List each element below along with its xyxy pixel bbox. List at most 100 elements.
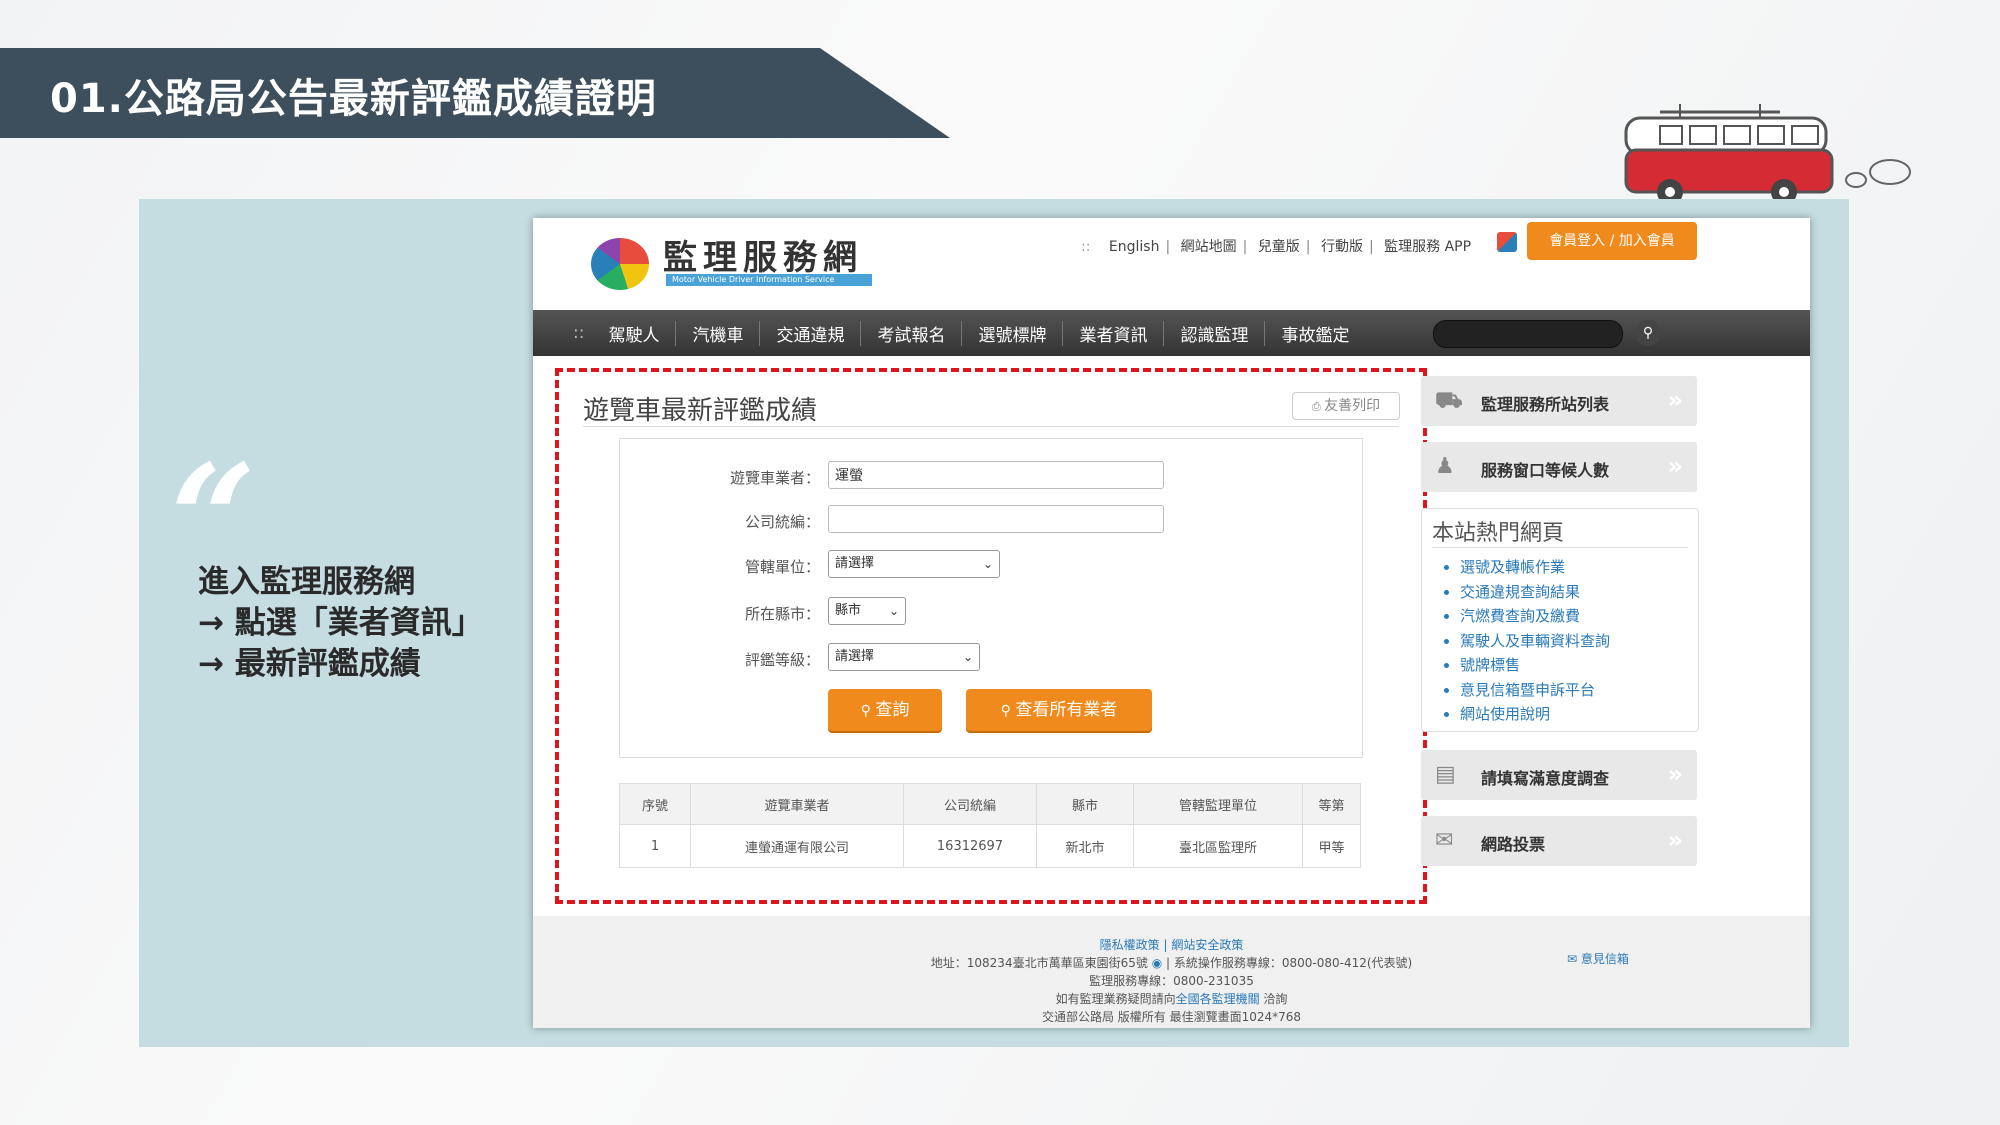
nav-item-vehicle[interactable]: 汽機車 [676,320,761,346]
mail-icon: ✉ [1567,952,1581,966]
tax-id-label: 公司統編： [744,513,820,531]
search-form: 遊覽車業者： 運螢 公司統編： 管轄單位： 請選擇 ⌄ 所在縣市： 縣市 ⌄ 評… [619,438,1363,758]
search-icon: ⚲ [1000,703,1016,719]
footer-inquiry-suffix: 洽詢 [1259,992,1288,1006]
top-link-kids[interactable]: 兒童版 [1258,239,1300,255]
site-logo-title[interactable]: 監理服務網 [663,230,863,279]
col-header-no: 序號 [619,783,691,825]
hot-pages-list: 選號及轉帳作業 交通違規查詢結果 汽燃費查詢及繳費 駕駛人及車輛資料查詢 號牌標… [1442,555,1610,727]
top-link-sitemap[interactable]: 網站地圖 [1181,239,1237,255]
hot-link-violation-result[interactable]: 交通違規查詢結果 [1460,580,1610,605]
col-header-grade: 等第 [1302,783,1361,825]
map-pin-icon[interactable]: ◉ [1152,956,1162,970]
double-chevron-right-icon: » [1667,386,1683,414]
online-vote-label: 網路投票 [1481,835,1546,854]
grade-select[interactable]: 請選擇 ⌄ [828,643,980,671]
footer-inquiry-link[interactable]: 全國各監理機關 [1176,992,1260,1006]
station-list-button[interactable]: ⛟ 監理服務所站列表 » [1421,376,1697,426]
website-screenshot: 監理服務網 Motor Vehicle Driver Information S… [533,218,1810,1028]
hot-link-driver-vehicle-query[interactable]: 駕駛人及車輛資料查詢 [1460,629,1610,654]
cell-tax-id: 16312697 [903,824,1037,868]
slide-title-banner: 01.公路局公告最新評鑑成績證明 [0,48,950,138]
bus-illustration-icon [1624,104,1911,205]
table-header-row: 序號 遊覽車業者 公司統編 縣市 管轄監理單位 等第 [619,783,1361,825]
top-link-app[interactable]: 監理服務 APP [1384,239,1471,255]
people-icon: ♟ [1435,454,1455,479]
cell-city: 新北市 [1036,824,1134,868]
waiting-count-label: 服務窗口等候人數 [1481,461,1610,480]
footer-inquiry-prefix: 如有監理業務疑問請向 [1055,992,1176,1006]
result-table: 序號 遊覽車業者 公司統編 縣市 管轄監理單位 等第 1 連螢通運有限公司 16… [619,783,1361,868]
top-links-prefix: :: [1081,239,1091,255]
member-login-button[interactable]: 會員登入 / 加入會員 [1527,222,1697,260]
tax-id-input[interactable] [828,505,1164,533]
view-all-operators-button[interactable]: ⚲ 查看所有業者 [966,689,1152,731]
car-icon: ⛟ [1435,388,1463,413]
document-icon: ▤ [1435,762,1456,787]
agency-select[interactable]: 請選擇 ⌄ [828,550,1000,578]
col-header-agency: 管轄監理單位 [1133,783,1303,825]
nav-prefix: :: [573,323,585,343]
chevron-down-icon: ⌄ [982,557,993,571]
hot-link-plate-auction[interactable]: 號牌標售 [1460,653,1610,678]
agency-select-value: 請選擇 [835,556,875,571]
hot-link-plate-selection[interactable]: 選號及轉帳作業 [1460,555,1610,580]
hot-link-feedback[interactable]: 意見信箱暨申訴平台 [1460,678,1610,703]
cell-no: 1 [619,824,691,868]
operator-input[interactable]: 運螢 [828,461,1164,489]
query-button-label: 查詢 [875,700,910,720]
chevron-down-icon: ⌄ [962,650,973,664]
print-button[interactable]: ⎙ 友善列印 [1292,392,1400,420]
print-button-label: 友善列印 [1324,398,1381,414]
grade-label: 評鑑等級： [744,651,820,669]
nav-item-plate[interactable]: 選號標牌 [962,320,1064,346]
feedback-link[interactable]: ✉ 意見信箱 [1567,950,1629,967]
footer-inquiry-line: 如有監理業務疑問請向全國各監理機關 洽詢 [533,990,1810,1008]
main-navbar: :: 駕駛人 汽機車 交通違規 考試報名 選號標牌 業者資訊 認識監理 事故鑑定… [533,310,1810,356]
station-list-label: 監理服務所站列表 [1481,395,1610,414]
nav-item-exam[interactable]: 考試報名 [861,320,963,346]
search-icon[interactable]: ⚲ [1635,320,1661,346]
flag-icon[interactable] [1497,232,1517,252]
feedback-label: 意見信箱 [1580,952,1629,966]
agency-label: 管轄單位： [744,558,820,576]
step-1: 進入監理服務網 [198,564,415,600]
query-button[interactable]: ⚲ 查詢 [828,689,942,731]
site-logo-subtitle: Motor Vehicle Driver Information Service [666,274,872,286]
hot-link-site-guide[interactable]: 網站使用說明 [1460,702,1610,727]
footer-service-line: 監理服務專線：0800-231035 [1089,974,1254,988]
top-link-english[interactable]: English [1109,239,1160,255]
footer-copyright: 交通部公路局 版權所有 最佳瀏覽畫面1024*768 [1041,1010,1302,1024]
view-all-button-label: 查看所有業者 [1015,700,1118,720]
double-chevron-right-icon: » [1667,826,1683,854]
hot-pages-divider [1432,547,1688,548]
footer-address: 地址：108234臺北市萬華區東園街65號 [930,956,1148,970]
printer-icon: ⎙ [1311,400,1325,413]
site-header: 監理服務網 Motor Vehicle Driver Information S… [533,218,1810,310]
double-chevron-right-icon: » [1667,452,1683,480]
waiting-count-button[interactable]: ♟ 服務窗口等候人數 » [1421,442,1697,492]
online-vote-button[interactable]: ✉ 網路投票 » [1421,816,1697,866]
page-title: 遊覽車最新評鑑成績 [583,396,818,426]
nav-item-violation[interactable]: 交通違規 [760,320,862,346]
top-link-mobile[interactable]: 行動版 [1321,239,1363,255]
survey-button[interactable]: ▤ 請填寫滿意度調查 » [1421,750,1697,800]
nav-item-accident[interactable]: 事故鑑定 [1265,321,1365,346]
hot-pages-title: 本站熱門網頁 [1432,521,1565,546]
nav-item-driver[interactable]: 駕駛人 [592,320,677,346]
table-row: 1 連螢通運有限公司 16312697 新北市 臺北區監理所 甲等 [619,824,1361,868]
hot-link-fuel-fee[interactable]: 汽燃費查詢及繳費 [1460,604,1610,629]
cell-grade: 甲等 [1302,824,1361,868]
nav-item-about[interactable]: 認識監理 [1164,320,1266,346]
city-select[interactable]: 縣市 ⌄ [828,597,906,625]
search-icon: ⚲ [860,703,876,719]
footer-hotline: 系統操作服務專線：0800-080-412(代表號) [1173,956,1413,970]
top-links: :: English | 網站地圖 | 兒童版 | 行動版 | 監理服務 APP [1081,239,1472,255]
nav-search-input[interactable] [1433,320,1623,348]
nav-item-operator-info[interactable]: 業者資訊 [1063,320,1165,346]
site-logo-icon[interactable] [591,238,649,290]
hot-pages-box: 本站熱門網頁 選號及轉帳作業 交通違規查詢結果 汽燃費查詢及繳費 駕駛人及車輛資… [1421,508,1699,732]
cell-operator: 連螢通運有限公司 [690,824,904,868]
cell-agency: 臺北區監理所 [1133,824,1303,868]
slide-title: 01.公路局公告最新評鑑成績證明 [50,76,657,122]
